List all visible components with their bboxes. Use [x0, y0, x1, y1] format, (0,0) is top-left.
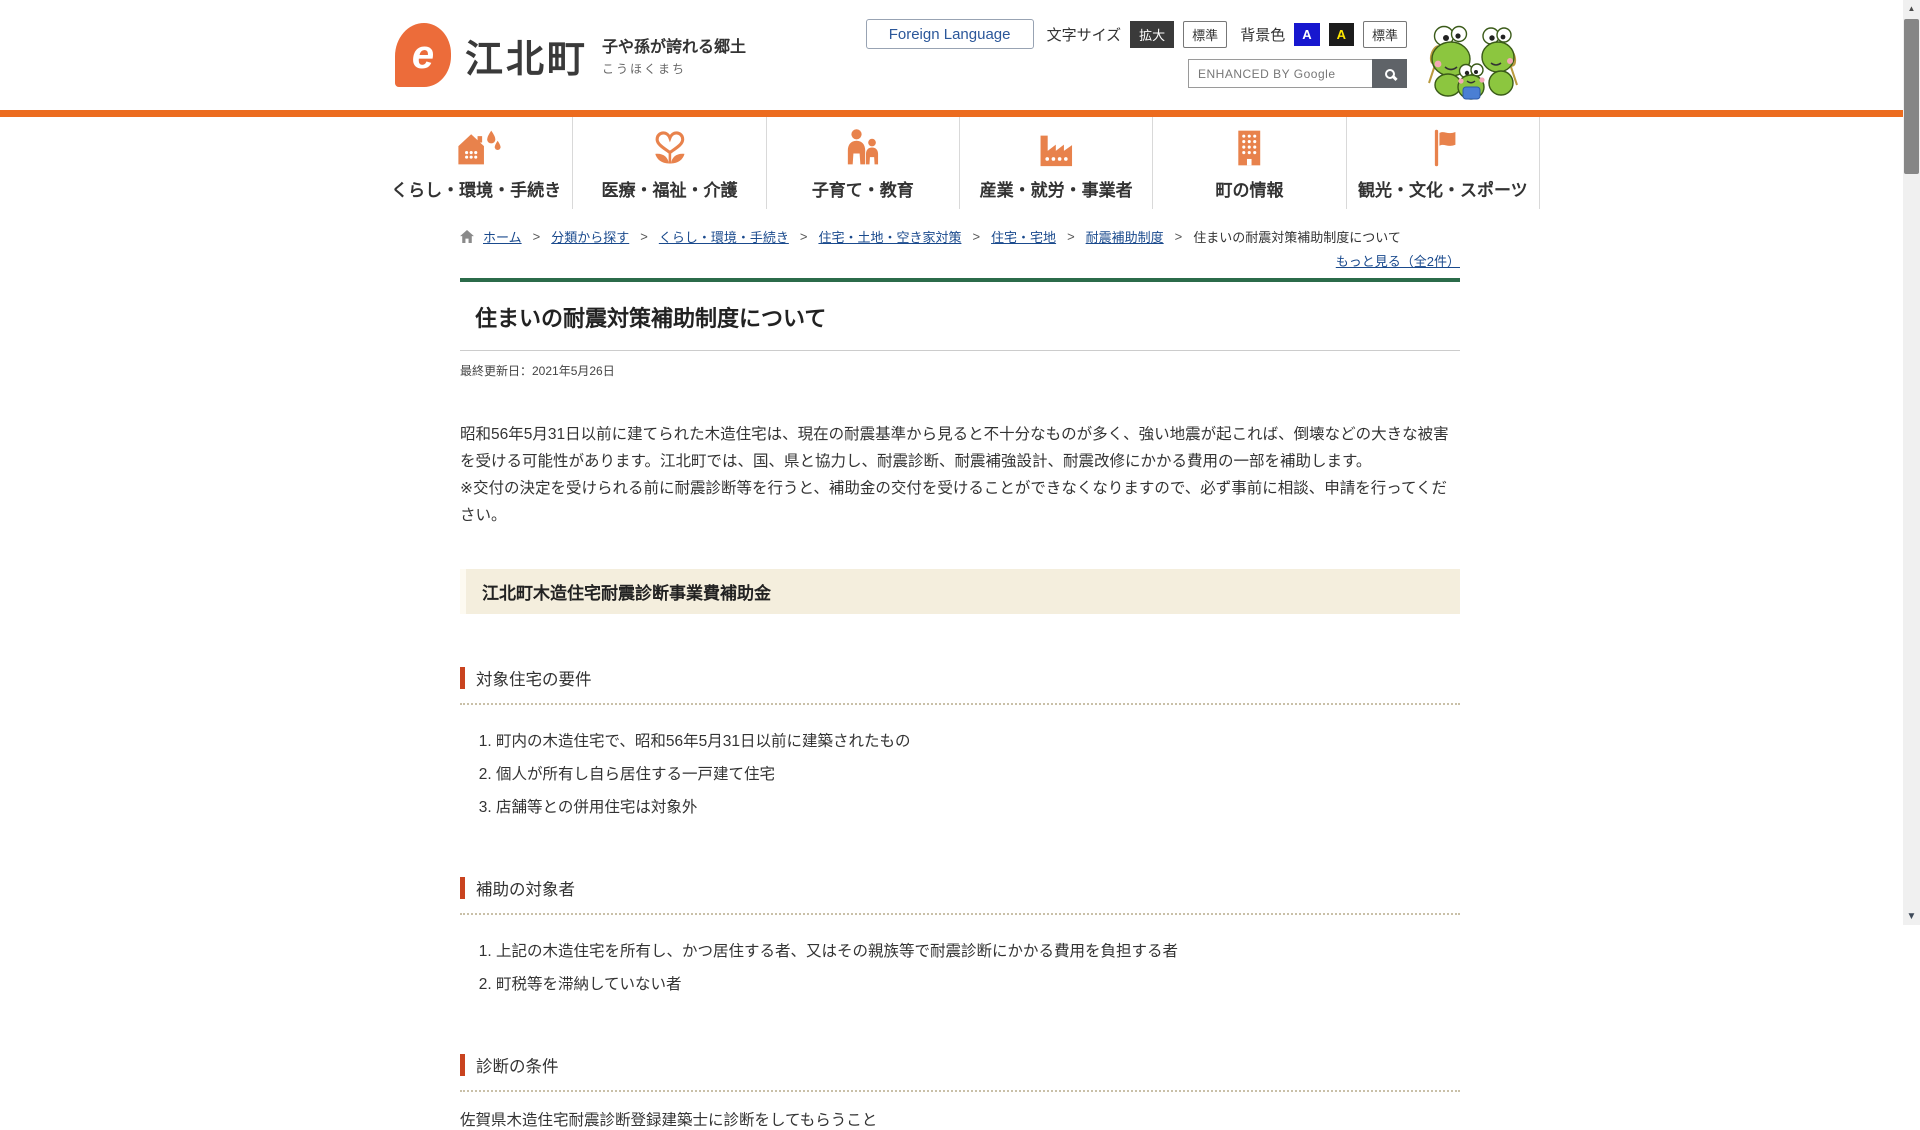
breadcrumb-separator: >: [1175, 229, 1183, 244]
heart-flower-icon: [648, 125, 692, 169]
breadcrumb-link[interactable]: ホーム: [483, 227, 522, 246]
town-building-icon: [1231, 125, 1268, 169]
breadcrumb-separator: >: [640, 229, 648, 244]
font-size-label: 文字サイズ: [1047, 24, 1122, 45]
section-heading: 江北町木造住宅耐震診断事業費補助金: [460, 569, 1460, 614]
last-updated: 最終更新日：2021年5月26日: [460, 362, 1460, 379]
nav-item-4[interactable]: 産業・就労・事業者: [960, 117, 1153, 209]
parent-child-icon: [841, 125, 885, 169]
nav-item-label: 産業・就労・事業者: [980, 176, 1133, 201]
list-item: 町内の木造住宅で、昭和56年5月31日以前に建築されたもの: [496, 725, 1460, 758]
flag-icon: [1423, 125, 1463, 169]
factory-icon: [1031, 125, 1081, 169]
subsection: 補助の対象者上記の木造住宅を所有し、かつ居住する者、又はその親族等で耐震診断にか…: [460, 876, 1460, 1001]
list-item: 上記の木造住宅を所有し、かつ居住する者、又はその親族等で耐震診断にかかる費用を負…: [496, 935, 1460, 968]
site-name: 江北町: [465, 28, 588, 83]
site-tagline: 子や孫が誇れる郷土: [602, 33, 746, 57]
breadcrumb-separator: >: [1067, 229, 1075, 244]
frog-mascots-icon: [1421, 19, 1525, 105]
page-title: 住まいの耐震対策補助制度について: [460, 282, 1460, 351]
scrollbar-thumb[interactable]: [1904, 19, 1919, 174]
breadcrumb-link[interactable]: 住宅・宅地: [991, 227, 1056, 246]
bg-color-standard-button[interactable]: 標準: [1363, 21, 1407, 48]
subsection-list: 町内の木造住宅で、昭和56年5月31日以前に建築されたもの個人が所有し自ら居住す…: [460, 725, 1460, 824]
nav-item-label: 観光・文化・スポーツ: [1358, 176, 1528, 201]
subsection: 診断の条件佐賀県木造住宅耐震診断登録建築士に診断をしてもらうこと: [460, 1053, 1460, 1130]
subsection-heading-text: 対象住宅の要件: [476, 666, 592, 690]
breadcrumb-link[interactable]: 住宅・土地・空き家対策: [818, 227, 961, 246]
site-logo[interactable]: e 江北町 子や孫が誇れる郷土 こうほくまち: [395, 23, 746, 87]
list-item: 店舗等との併用住宅は対象外: [496, 791, 1460, 824]
heading-accent-bar: [460, 877, 465, 899]
search-button[interactable]: [1372, 59, 1407, 88]
intro-note: ※交付の決定を受けられる前に耐震診断等を行うと、補助金の交付を受けることができな…: [460, 475, 1460, 529]
list-item: 町税等を滞納していない者: [496, 968, 1460, 1001]
nav-item-label: くらし・環境・手続き: [391, 176, 561, 201]
nav-item-label: 医療・福祉・介護: [601, 176, 737, 201]
scrollbar-down-arrow[interactable]: ▼: [1903, 908, 1920, 925]
subsection-list: 上記の木造住宅を所有し、かつ居住する者、又はその親族等で耐震診断にかかる費用を負…: [460, 935, 1460, 1001]
breadcrumb-separator: >: [533, 229, 541, 244]
site-header: e 江北町 子や孫が誇れる郷土 こうほくまち Foreign Language …: [0, 0, 1920, 110]
intro-paragraph: 昭和56年5月31日以前に建てられた木造住宅は、現在の耐震基準から見ると不十分な…: [460, 421, 1460, 475]
breadcrumb: ホーム > 分類から探す > くらし・環境・手続き > 住宅・土地・空き家対策 > 住宅・宅地 >…: [460, 227, 1460, 270]
breadcrumb-link[interactable]: くらし・環境・手続き: [659, 227, 789, 246]
font-size-expand-button[interactable]: 拡大: [1130, 21, 1174, 48]
nav-item-1[interactable]: くらし・環境・手続き: [380, 117, 573, 209]
title-block: 住まいの耐震対策補助制度について: [460, 278, 1460, 351]
header-accent-bar: [0, 110, 1920, 117]
scrollbar-up-arrow[interactable]: ▲: [1903, 0, 1920, 17]
breadcrumb-link[interactable]: 耐震補助制度: [1086, 227, 1164, 246]
subsection-heading: 対象住宅の要件: [460, 666, 1460, 705]
breadcrumb-link[interactable]: 分類から探す: [551, 227, 629, 246]
heading-accent-bar: [460, 667, 465, 689]
house-drops-icon: [452, 125, 501, 169]
scrollbar[interactable]: ▲ ▼: [1903, 0, 1920, 925]
subsection-note: 佐賀県木造住宅耐震診断登録建築士に診断をしてもらうこと: [460, 1108, 1460, 1130]
subsection-heading: 診断の条件: [460, 1053, 1460, 1092]
font-size-standard-button[interactable]: 標準: [1183, 21, 1227, 48]
nav-item-3[interactable]: 子育て・教育: [767, 117, 960, 209]
breadcrumb-current: 住まいの耐震対策補助制度について: [1193, 227, 1401, 246]
breadcrumb-separator: >: [972, 229, 980, 244]
site-furigana: こうほくまち: [602, 60, 746, 77]
bg-color-blue-button[interactable]: A: [1294, 23, 1319, 46]
subsection-heading-text: 補助の対象者: [476, 876, 575, 900]
search-input[interactable]: [1188, 59, 1372, 88]
home-icon: [460, 230, 474, 243]
more-link[interactable]: もっと見る（全2件）: [1336, 254, 1460, 269]
nav-item-label: 子育て・教育: [812, 176, 914, 201]
list-item: 個人が所有し自ら居住する一戸建て住宅: [496, 758, 1460, 791]
heading-accent-bar: [460, 1054, 465, 1076]
nav-item-2[interactable]: 医療・福祉・介護: [573, 117, 766, 209]
subsection-heading: 補助の対象者: [460, 876, 1460, 915]
nav-item-label: 町の情報: [1215, 176, 1283, 201]
foreign-language-button[interactable]: Foreign Language: [866, 19, 1034, 49]
bg-color-label: 背景色: [1240, 24, 1285, 45]
breadcrumb-separator: >: [800, 229, 808, 244]
subsection: 対象住宅の要件町内の木造住宅で、昭和56年5月31日以前に建築されたもの個人が所…: [460, 666, 1460, 824]
main-content: 住まいの耐震対策補助制度について 最終更新日：2021年5月26日 昭和56年5…: [460, 278, 1460, 1130]
nav-item-6[interactable]: 観光・文化・スポーツ: [1347, 117, 1540, 209]
nav-item-5[interactable]: 町の情報: [1153, 117, 1346, 209]
global-nav: くらし・環境・手続き 医療・福祉・介護 子育て・教育 産業・就労・事業者 町の情報 観光・…: [0, 117, 1920, 209]
bg-color-black-button[interactable]: A: [1329, 23, 1354, 46]
subsection-heading-text: 診断の条件: [476, 1053, 559, 1077]
search-icon: [1385, 69, 1395, 79]
town-logo-icon: e: [395, 23, 451, 87]
